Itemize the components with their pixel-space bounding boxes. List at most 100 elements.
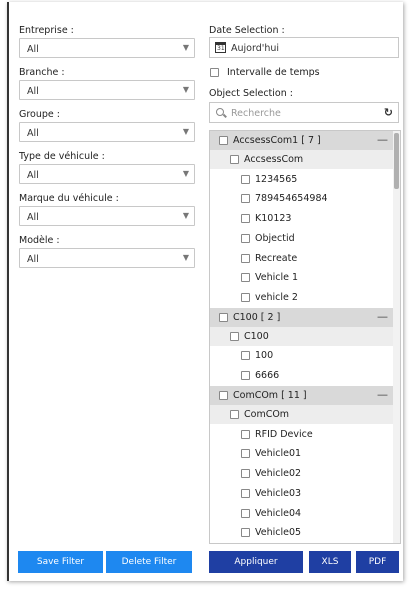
tree-item-row[interactable]: 6666 — [210, 366, 394, 385]
tree-item-row[interactable]: Vehicle01 — [210, 444, 394, 463]
item-checkbox[interactable] — [241, 430, 250, 439]
item-label: Vehicle01 — [255, 448, 302, 459]
tree-item-row[interactable]: Vehicle03 — [210, 484, 394, 503]
tree-subgroup-row[interactable]: AccsessCom — [210, 150, 394, 169]
branche-select[interactable]: All ▼ — [19, 80, 195, 100]
group-label: C100 [ 2 ] — [233, 312, 281, 323]
item-checkbox[interactable] — [241, 175, 250, 184]
tree-item-row[interactable]: Objectid — [210, 229, 394, 248]
item-checkbox[interactable] — [241, 293, 250, 302]
intervalle-label: Intervalle de temps — [227, 67, 320, 78]
branche-label: Branche : — [19, 67, 65, 78]
subgroup-label: ComCOm — [244, 409, 290, 420]
save-filter-button[interactable]: Save Filter — [18, 551, 103, 573]
group-checkbox[interactable] — [219, 391, 228, 400]
refresh-icon[interactable]: ↻ — [384, 106, 393, 119]
chevron-down-icon: ▼ — [182, 127, 189, 136]
appliquer-button[interactable]: Appliquer — [209, 551, 303, 573]
group-checkbox[interactable] — [219, 313, 228, 322]
scrollbar-thumb[interactable] — [394, 133, 399, 189]
object-search-box: ↻ — [209, 102, 399, 123]
item-label: 1234565 — [255, 174, 298, 185]
group-label: ComCOm [ 11 ] — [233, 390, 307, 401]
tree-item-row[interactable]: Recreate — [210, 249, 394, 268]
item-label: Vehicle02 — [255, 468, 302, 479]
marque-vehicule-label: Marque du véhicule : — [19, 193, 119, 204]
entreprise-label: Entreprise : — [19, 25, 74, 36]
tree-item-row[interactable]: K10123 — [210, 209, 394, 228]
entreprise-select[interactable]: All ▼ — [19, 38, 195, 58]
collapse-icon[interactable]: — — [377, 310, 388, 323]
item-checkbox[interactable] — [241, 371, 250, 380]
type-vehicule-value: All — [27, 170, 39, 181]
item-label: 6666 — [255, 370, 280, 381]
groupe-label: Groupe : — [19, 109, 60, 120]
item-checkbox[interactable] — [241, 234, 250, 243]
chevron-down-icon: ▼ — [182, 85, 189, 94]
type-vehicule-select[interactable]: All ▼ — [19, 164, 195, 184]
date-value: Aujord'hui — [231, 43, 280, 54]
object-selection-label: Object Selection : — [209, 88, 293, 99]
tree-item-row[interactable]: Vehicle 1 — [210, 268, 394, 287]
item-checkbox[interactable] — [241, 528, 250, 537]
tree-subgroup-row[interactable]: ComCOm — [210, 405, 394, 424]
marque-vehicule-value: All — [27, 212, 39, 223]
group-label: AccsessCom1 [ 7 ] — [233, 135, 321, 146]
modele-select[interactable]: All ▼ — [19, 248, 195, 268]
item-label: 100 — [255, 350, 274, 361]
tree-subgroup-row[interactable]: C100 — [210, 327, 394, 346]
chevron-down-icon: ▼ — [182, 169, 189, 178]
date-selection-field[interactable]: Aujord'hui — [209, 37, 399, 58]
type-vehicule-label: Type de véhicule : — [19, 151, 105, 162]
item-label: 789454654984 — [255, 193, 328, 204]
collapse-icon[interactable]: — — [377, 388, 388, 401]
item-label: K10123 — [255, 213, 292, 224]
subgroup-checkbox[interactable] — [230, 155, 239, 164]
intervalle-checkbox[interactable] — [210, 68, 219, 77]
subgroup-checkbox[interactable] — [230, 410, 239, 419]
tree-group-row[interactable]: AccsessCom1 [ 7 ] — — [210, 131, 394, 150]
groupe-select[interactable]: All ▼ — [19, 122, 195, 142]
tree-item-row[interactable]: Vehicle04 — [210, 504, 394, 523]
item-label: vehicle 2 — [255, 292, 298, 303]
modele-value: All — [27, 254, 39, 265]
tree-item-row[interactable]: RFID Device — [210, 425, 394, 444]
item-checkbox[interactable] — [241, 214, 250, 223]
item-label: Objectid — [255, 233, 295, 244]
item-label: Vehicle04 — [255, 508, 302, 519]
pdf-button[interactable]: PDF — [356, 551, 399, 573]
chevron-down-icon: ▼ — [182, 43, 189, 52]
tree-item-row[interactable]: Vehicle05 — [210, 523, 394, 542]
item-checkbox[interactable] — [241, 351, 250, 360]
item-checkbox[interactable] — [241, 449, 250, 458]
group-checkbox[interactable] — [219, 136, 228, 145]
subgroup-label: AccsessCom — [244, 154, 304, 165]
object-search-input[interactable] — [231, 106, 371, 120]
tree-group-row[interactable]: ComCOm [ 11 ] — — [210, 386, 394, 405]
marque-vehicule-select[interactable]: All ▼ — [19, 206, 195, 226]
branche-value: All — [27, 86, 39, 97]
item-checkbox[interactable] — [241, 509, 250, 518]
item-checkbox[interactable] — [241, 489, 250, 498]
tree-item-row[interactable]: Vehicle02 — [210, 464, 394, 483]
item-checkbox[interactable] — [241, 469, 250, 478]
tree-item-row[interactable]: 789454654984 — [210, 189, 394, 208]
xls-button[interactable]: XLS — [309, 551, 351, 573]
entreprise-value: All — [27, 44, 39, 55]
tree-item-row[interactable]: 1234565 — [210, 170, 394, 189]
item-checkbox[interactable] — [241, 194, 250, 203]
delete-filter-button[interactable]: Delete Filter — [106, 551, 192, 573]
tree-item-row[interactable]: 100 — [210, 346, 394, 365]
object-tree: AccsessCom1 [ 7 ] — AccsessCom 1234565 7… — [209, 130, 401, 544]
collapse-icon[interactable]: — — [377, 133, 388, 146]
item-checkbox[interactable] — [241, 254, 250, 263]
tree-group-row[interactable]: C100 [ 2 ] — — [210, 308, 394, 327]
item-checkbox[interactable] — [241, 273, 250, 282]
item-label: Recreate — [255, 253, 298, 264]
search-icon — [216, 108, 224, 116]
item-label: Vehicle05 — [255, 527, 302, 538]
subgroup-checkbox[interactable] — [230, 332, 239, 341]
chevron-down-icon: ▼ — [182, 253, 189, 262]
tree-scrollbar[interactable] — [393, 131, 400, 543]
tree-item-row[interactable]: vehicle 2 — [210, 288, 394, 307]
